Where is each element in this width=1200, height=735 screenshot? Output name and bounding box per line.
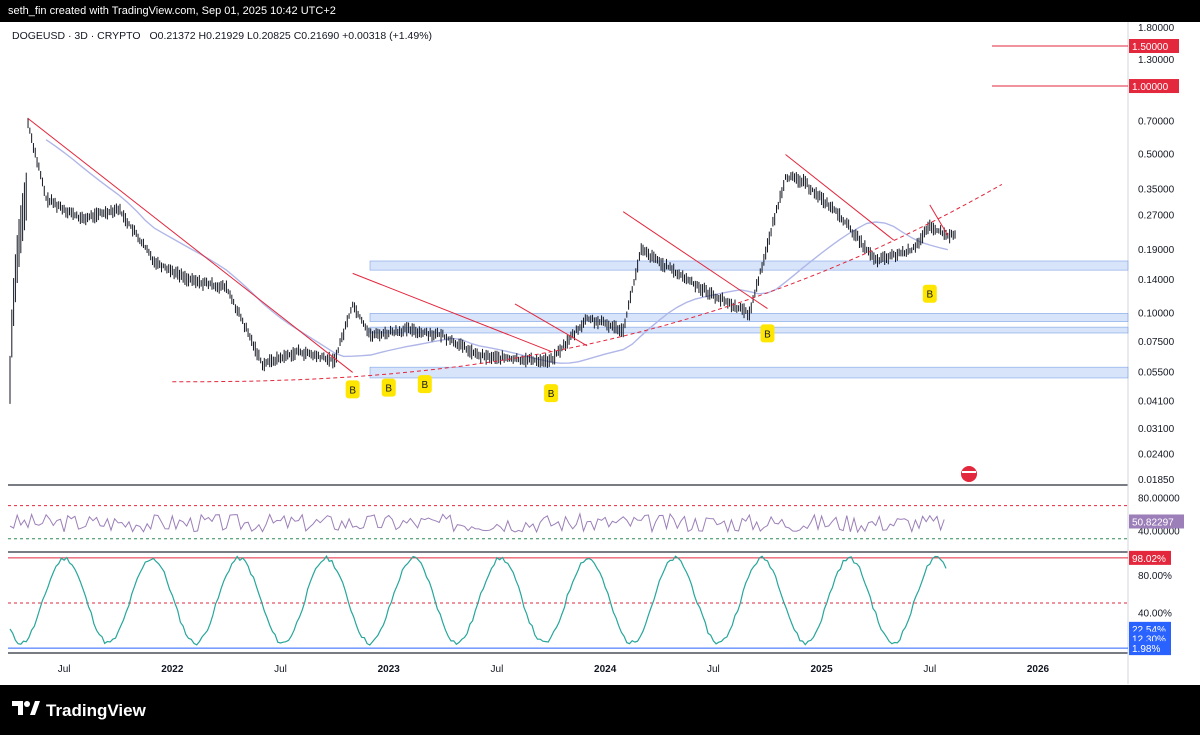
support-zone <box>369 260 1129 271</box>
us-flag-icon <box>961 466 977 482</box>
chart-svg[interactable]: B B B B B B Jul 2022 Jul 2023 Jul 2024 Jul 2025 Jul 20… <box>0 22 1200 685</box>
footer-bar <box>0 685 1200 735</box>
trendline <box>622 211 768 309</box>
price-tick-label: 0.05500 <box>1138 367 1175 378</box>
top-bar: seth_fin created with TradingView.com, S… <box>0 0 1200 22</box>
support-zone <box>369 326 1129 334</box>
price-tick-label: 1.30000 <box>1138 55 1175 66</box>
buy-marker-label: B <box>349 385 356 396</box>
tradingview-brand[interactable]: TradingView <box>12 700 146 721</box>
time-tick-label: Jul <box>923 664 936 675</box>
support-zone <box>369 366 1129 379</box>
price-tick-label: 0.14000 <box>1138 275 1175 286</box>
us-flag-icon-stripe <box>962 471 976 473</box>
stoch-value-text: 98.02% <box>1132 554 1166 565</box>
ohlc-values: O0.21372 H0.21929 L0.20825 C0.21690 +0.0… <box>149 30 433 42</box>
stoch-value-text: 1.98% <box>1132 644 1160 655</box>
price-tick-label: 0.02400 <box>1138 449 1175 460</box>
rsi-tick-label: 80.00000 <box>1138 493 1180 504</box>
price-tick-label: 0.01850 <box>1138 475 1175 486</box>
time-axis: Jul 2022 Jul 2023 Jul 2024 Jul 2025 Jul 2026 <box>58 664 1050 675</box>
time-tick-label: Jul <box>58 664 71 675</box>
price-axis: 1.80000 1.30000 0.70000 0.50000 0.35000 0.270… <box>1129 23 1184 656</box>
price-tick-label: 0.10000 <box>1138 308 1175 319</box>
creator-line: seth_fin created with TradingView.com, S… <box>8 5 336 17</box>
stoch-tick-label: 40.00% <box>1138 608 1172 619</box>
price-tick-label: 0.19000 <box>1138 245 1175 256</box>
time-tick-label: 2023 <box>378 664 401 675</box>
rsi-pane <box>8 505 1128 540</box>
price-tick-label: 0.35000 <box>1138 185 1175 196</box>
price-tick-label: 1.80000 <box>1138 23 1175 34</box>
price-tick-label: 0.07500 <box>1138 337 1175 348</box>
buy-marker-label: B <box>926 290 933 301</box>
ticker-label: DOGEUSD · 3D · CRYPTO <box>12 30 141 42</box>
time-tick-label: Jul <box>707 664 720 675</box>
time-tick-label: Jul <box>274 664 287 675</box>
price-pane: B B B B B B <box>8 22 1129 684</box>
price-label-text: 1.50000 <box>1132 42 1169 53</box>
brand-text: TradingView <box>46 700 146 720</box>
price-tick-label: 0.04100 <box>1138 396 1175 407</box>
price-tick-label: 0.03100 <box>1138 424 1175 435</box>
time-tick-label: 2022 <box>161 664 184 675</box>
buy-marker-label: B <box>421 380 428 391</box>
symbol-legend[interactable]: DOGEUSD · 3D · CRYPTO O0.21372 H0.21929 … <box>12 30 432 42</box>
time-tick-label: 2026 <box>1027 664 1050 675</box>
price-tick-label: 0.70000 <box>1138 116 1175 127</box>
time-tick-label: Jul <box>491 664 504 675</box>
buy-marker-label: B <box>764 329 771 340</box>
time-tick-label: 2024 <box>594 664 617 675</box>
price-label-text: 1.00000 <box>1132 82 1169 93</box>
stoch-tick-label: 80.00% <box>1138 571 1172 582</box>
buy-marker-label: B <box>548 389 555 400</box>
trendline <box>27 118 353 373</box>
tradingview-logo-icon <box>12 700 40 721</box>
rsi-line <box>9 512 945 534</box>
price-tick-label: 0.27000 <box>1138 210 1175 221</box>
rsi-value-text: 50.82297 <box>1132 517 1174 528</box>
stoch-pane <box>8 554 1128 649</box>
trendline <box>785 154 895 241</box>
price-tick-label: 0.50000 <box>1138 149 1175 160</box>
trendline <box>514 303 588 347</box>
buy-marker-label: B <box>385 384 392 395</box>
time-tick-label: 2025 <box>810 664 833 675</box>
stoch-line <box>9 554 947 646</box>
